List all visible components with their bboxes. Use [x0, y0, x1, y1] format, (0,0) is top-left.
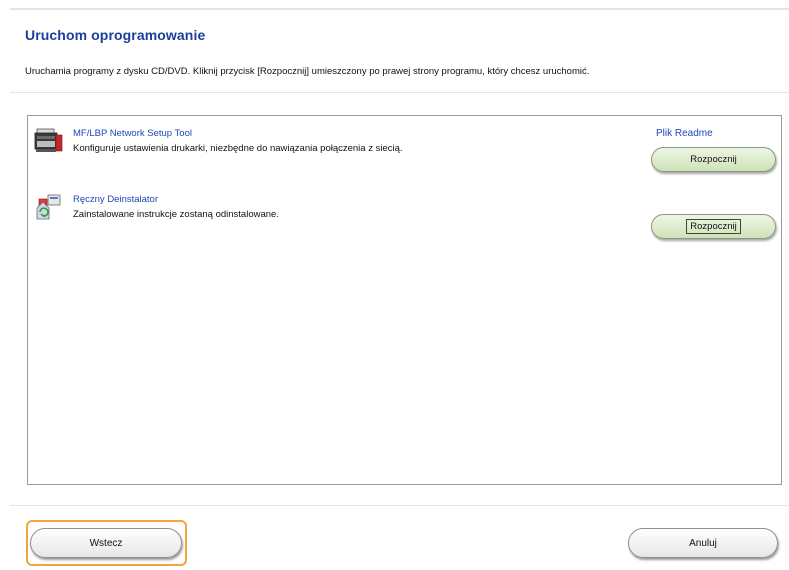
start-button-uninstaller[interactable]: Rozpocznij [651, 214, 776, 239]
app-description: Konfiguruje ustawienia drukarki, niezbęd… [73, 143, 403, 154]
readme-link[interactable]: Plik Readme [656, 128, 713, 139]
back-button[interactable]: Wstecz [30, 528, 182, 558]
app-name-link[interactable]: MF/LBP Network Setup Tool [73, 128, 192, 139]
footer-divider [10, 505, 789, 506]
top-divider [10, 8, 789, 10]
uninstaller-icon [34, 192, 64, 222]
software-list-panel: MF/LBP Network Setup Tool Konfiguruje us… [27, 115, 782, 485]
page-title: Uruchom oprogramowanie [25, 27, 206, 43]
page-description: Uruchamia programy z dysku CD/DVD. Klikn… [25, 66, 590, 77]
start-button-label: Rozpocznij [690, 154, 737, 165]
start-button-network-setup[interactable]: Rozpocznij [651, 147, 776, 172]
dialog-window: Uruchom oprogramowanie Uruchamia program… [0, 0, 789, 570]
cancel-button[interactable]: Anuluj [628, 528, 778, 558]
header-divider [10, 92, 789, 93]
app-name-link[interactable]: Ręczny Deinstalator [73, 194, 158, 205]
printer-icon [34, 126, 64, 156]
start-button-label: Rozpocznij [686, 219, 741, 234]
app-description: Zainstalowane instrukcje zostaną odinsta… [73, 209, 279, 220]
